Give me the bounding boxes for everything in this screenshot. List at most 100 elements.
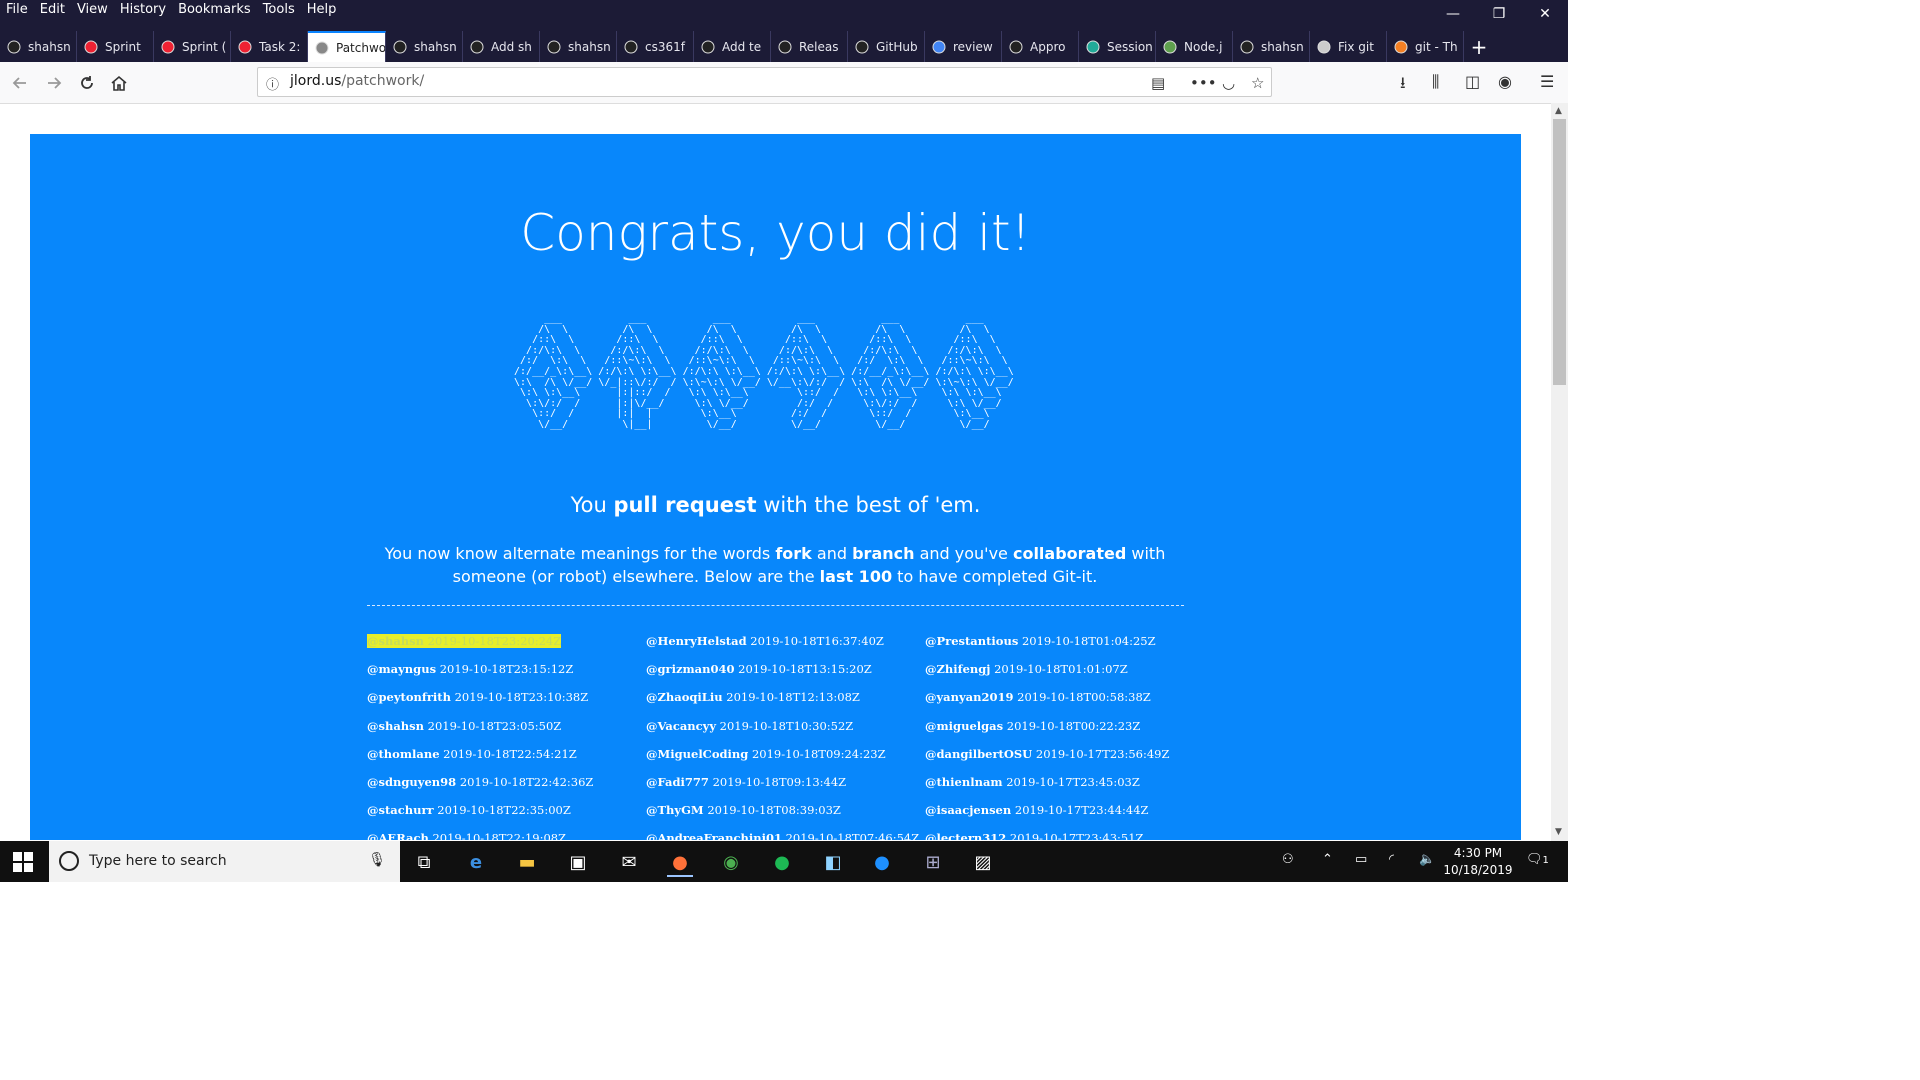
restore-button[interactable]: ❐ xyxy=(1476,0,1522,28)
completion-entry[interactable]: @Vacancyy 2019-10-18T10:30:52Z xyxy=(646,719,919,747)
entry-username[interactable]: @mayngus xyxy=(367,662,436,676)
tab-9[interactable]: Add te xyxy=(694,31,771,62)
entry-username[interactable]: @Prestantious xyxy=(925,634,1018,648)
page-actions-icon[interactable]: ••• xyxy=(1190,74,1217,92)
action-center-icon[interactable]: 🗨1 xyxy=(1526,852,1549,867)
windows-start-icon[interactable] xyxy=(13,852,33,872)
new-tab-button[interactable]: + xyxy=(1464,31,1494,62)
entry-username[interactable]: @Zhifengj xyxy=(925,662,990,676)
account-icon[interactable]: ◉ xyxy=(1498,72,1512,91)
microphone-icon[interactable]: 🎙 xyxy=(368,852,386,868)
spotify-icon[interactable]: ● xyxy=(769,849,795,875)
entry-username[interactable]: @thomlane xyxy=(367,747,440,761)
network-app-icon[interactable]: ⊞ xyxy=(920,849,946,875)
entry-username[interactable]: @HenryHelstad xyxy=(646,634,747,648)
completion-entry[interactable]: @miguelgas 2019-10-18T00:22:23Z xyxy=(925,719,1170,747)
sidebar-icon[interactable]: ◫ xyxy=(1465,72,1480,91)
entry-username[interactable]: @grizman040 xyxy=(646,662,735,676)
completion-entry[interactable]: @yanyan2019 2019-10-18T00:58:38Z xyxy=(925,690,1170,718)
firefox-icon[interactable]: ● xyxy=(667,849,693,877)
completion-entry[interactable]: @shahsn 2019-10-18T23:05:50Z xyxy=(367,719,593,747)
file-explorer-icon[interactable]: ▬ xyxy=(514,849,540,875)
address-bar[interactable]: ⓘ jlord.us/patchwork/ ▤ ••• ◡ ☆ xyxy=(257,67,1272,97)
completion-entry[interactable]: @isaacjensen 2019-10-17T23:44:44Z xyxy=(925,803,1170,831)
completion-entry[interactable]: @stachurr 2019-10-18T22:35:00Z xyxy=(367,803,593,831)
tab-1[interactable]: Sprint xyxy=(77,31,154,62)
tab-8[interactable]: cs361f xyxy=(617,31,694,62)
entry-username[interactable]: @thienlnam xyxy=(925,775,1003,789)
library-icon[interactable]: ⫼ xyxy=(1432,72,1439,92)
entry-username[interactable]: @Vacancyy xyxy=(646,719,716,733)
completion-entry[interactable]: @peytonfrith 2019-10-18T23:10:38Z xyxy=(367,690,593,718)
git-it-icon[interactable]: ● xyxy=(869,849,895,875)
downloads-icon[interactable]: ⭳ xyxy=(1400,72,1406,99)
tab-16[interactable]: shahsn xyxy=(1233,31,1310,62)
tab-14[interactable]: Session xyxy=(1079,31,1156,62)
tab-7[interactable]: shahsn xyxy=(540,31,617,62)
scroll-down-arrow-icon[interactable]: ▼ xyxy=(1555,827,1562,837)
taskbar-search-box[interactable]: Type here to search 🎙 xyxy=(49,841,400,882)
completion-entry[interactable]: @MiguelCoding 2019-10-18T09:24:23Z xyxy=(646,747,919,775)
completion-entry[interactable]: @ThyGM 2019-10-18T08:39:03Z xyxy=(646,803,919,831)
completion-entry[interactable]: @ZhaoqiLiu 2019-10-18T12:13:08Z xyxy=(646,690,919,718)
bookmark-star-icon[interactable]: ☆ xyxy=(1251,74,1264,92)
entry-username[interactable]: @ThyGM xyxy=(646,803,704,817)
entry-username[interactable]: @stachurr xyxy=(367,803,434,817)
show-hidden-icons-chevron-icon[interactable]: ⌃ xyxy=(1322,852,1333,867)
tab-3[interactable]: Task 2: xyxy=(231,31,308,62)
completion-entry[interactable]: @sdnguyen98 2019-10-18T22:42:36Z xyxy=(367,775,593,803)
minimize-button[interactable]: — xyxy=(1430,0,1476,28)
reload-button[interactable] xyxy=(75,71,99,95)
task-view-icon[interactable]: ⧉ xyxy=(411,849,437,875)
home-button[interactable] xyxy=(107,71,131,95)
volume-icon[interactable]: 🔈 xyxy=(1419,852,1435,867)
entry-username[interactable]: @ZhaoqiLiu xyxy=(646,690,723,704)
completion-entry[interactable]: @grizman040 2019-10-18T13:15:20Z xyxy=(646,662,919,690)
back-button[interactable] xyxy=(8,71,32,95)
completion-entry[interactable]: @AndreaFranchini01 2019-10-18T07:46:54Z xyxy=(646,831,919,840)
battery-icon[interactable]: ▭ xyxy=(1355,852,1367,867)
menu-bookmarks[interactable]: Bookmarks xyxy=(178,2,251,17)
mail-icon[interactable]: ✉ xyxy=(616,849,642,875)
menu-file[interactable]: File xyxy=(6,2,28,17)
tab-6[interactable]: Add sh xyxy=(463,31,540,62)
completion-entry[interactable]: @shahsn 2019-10-18T23:20:24Z xyxy=(367,634,593,662)
completion-entry[interactable]: @mayngus 2019-10-18T23:15:12Z xyxy=(367,662,593,690)
tab-10[interactable]: Releas xyxy=(771,31,848,62)
completion-entry[interactable]: @lectern312 2019-10-17T23:43:51Z xyxy=(925,831,1170,840)
menu-edit[interactable]: Edit xyxy=(40,2,65,17)
completion-entry[interactable]: @Prestantious 2019-10-18T01:04:25Z xyxy=(925,634,1170,662)
scroll-up-arrow-icon[interactable]: ▲ xyxy=(1555,106,1562,116)
photos-icon[interactable]: ▨ xyxy=(970,849,996,875)
entry-username[interactable]: @peytonfrith xyxy=(367,690,451,704)
tab-4[interactable]: Patchwo✕ xyxy=(308,31,386,62)
scrollbar-thumb[interactable] xyxy=(1553,119,1566,385)
tab-18[interactable]: git - Th xyxy=(1387,31,1464,62)
tab-0[interactable]: shahsn xyxy=(0,31,77,62)
reader-view-icon[interactable]: ▤ xyxy=(1151,74,1165,92)
notes-app-icon[interactable]: ◧ xyxy=(820,849,846,875)
entry-username[interactable]: @MiguelCoding xyxy=(646,747,748,761)
people-icon[interactable]: ⚇ xyxy=(1282,852,1294,867)
entry-username[interactable]: @isaacjensen xyxy=(925,803,1011,817)
completion-entry[interactable]: @thienlnam 2019-10-17T23:45:03Z xyxy=(925,775,1170,803)
completion-entry[interactable]: @thomlane 2019-10-18T22:54:21Z xyxy=(367,747,593,775)
store-icon[interactable]: ▣ xyxy=(565,849,591,875)
entry-username[interactable]: @Fadi777 xyxy=(646,775,709,789)
close-window-button[interactable]: ✕ xyxy=(1522,0,1568,28)
vertical-scrollbar[interactable]: ▲ ▼ xyxy=(1551,103,1568,841)
site-info-icon[interactable]: ⓘ xyxy=(266,74,279,93)
system-clock[interactable]: 4:30 PM 10/18/2019 xyxy=(1440,845,1516,879)
menu-view[interactable]: View xyxy=(77,2,108,17)
menu-tools[interactable]: Tools xyxy=(263,2,295,17)
entry-username[interactable]: @dangilbertOSU xyxy=(925,747,1032,761)
entry-username[interactable]: @shahsn xyxy=(367,634,424,648)
completion-entry[interactable]: @Fadi777 2019-10-18T09:13:44Z xyxy=(646,775,919,803)
tab-17[interactable]: Fix git xyxy=(1310,31,1387,62)
forward-button[interactable] xyxy=(42,71,66,95)
menu-help[interactable]: Help xyxy=(307,2,337,17)
entry-username[interactable]: @sdnguyen98 xyxy=(367,775,456,789)
completion-entry[interactable]: @dangilbertOSU 2019-10-17T23:56:49Z xyxy=(925,747,1170,775)
tab-2[interactable]: Sprint ( xyxy=(154,31,231,62)
entry-username[interactable]: @miguelgas xyxy=(925,719,1003,733)
